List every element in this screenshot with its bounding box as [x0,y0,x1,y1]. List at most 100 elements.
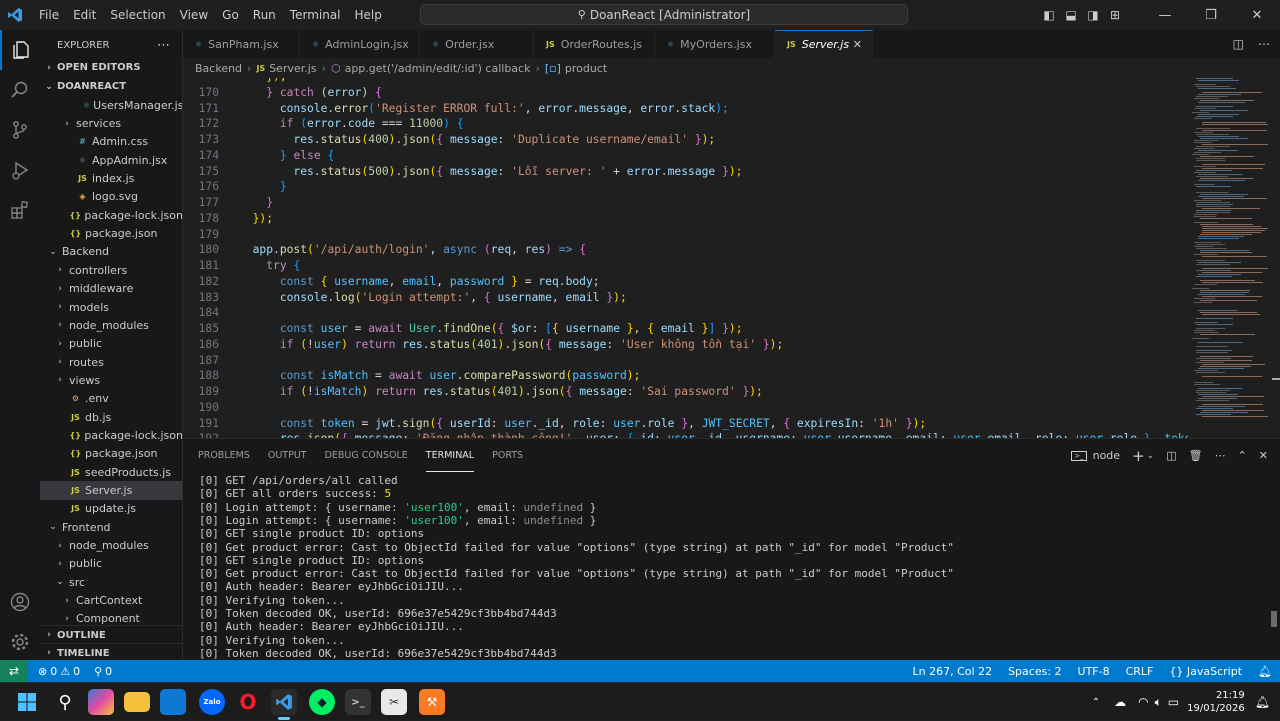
notifications-bell-icon[interactable]: 🔔︎ [1258,665,1272,678]
panel-tab-debug-console[interactable]: DEBUG CONSOLE [325,439,408,472]
customize-layout-icon[interactable]: ⊞ [1104,8,1126,22]
more-actions-icon[interactable]: ⋯ [1215,449,1226,462]
panel-tab-output[interactable]: OUTPUT [268,439,307,472]
snipping-tool-icon[interactable]: ✂ [381,689,407,715]
extensions-icon[interactable] [0,190,40,230]
panel-tab-ports[interactable]: PORTS [492,439,523,472]
toggle-panel-icon[interactable]: ⬓ [1060,8,1082,22]
indentation[interactable]: Spaces: 2 [1008,665,1061,678]
tree-folder[interactable]: › services [40,114,182,132]
opera-icon[interactable]: O [235,689,261,715]
menu-terminal[interactable]: Terminal [283,0,348,30]
maximize-panel-icon[interactable]: ⌃ [1238,449,1247,462]
tree-file[interactable]: JS update.js [40,500,182,518]
tab-myorders-jsx[interactable]: ⚛ MyOrders.jsx [655,30,775,58]
tree-file[interactable]: JS Server.js [40,481,182,500]
speaker-icon[interactable]: 🔈︎ [1155,695,1162,710]
tab-adminlogin-jsx[interactable]: ⚛ AdminLogin.jsx [300,30,420,58]
trash-icon[interactable]: 🗑 [1189,449,1203,462]
outline-section[interactable]: › OUTLINE [40,625,182,644]
accounts-icon[interactable] [0,582,40,622]
toggle-secondary-sidebar-icon[interactable]: ◨ [1082,8,1104,22]
split-editor-icon[interactable]: ◫ [1233,37,1244,51]
tree-folder[interactable]: › public [40,555,182,573]
source-control-icon[interactable] [0,110,40,150]
tab-order-jsx[interactable]: ⚛ Order.jsx [420,30,534,58]
ports-indicator[interactable]: ⚲ 0 [94,665,112,678]
tab-sanpham-jsx[interactable]: ⚛ SanPham.jsx [183,30,300,58]
chevron-up-icon[interactable]: ⌃ [1092,697,1100,708]
menu-selection[interactable]: Selection [103,0,172,30]
tree-file[interactable]: JS seedProducts.js [40,463,182,481]
tab-orderroutes-js[interactable]: JS OrderRoutes.js [534,30,655,58]
vscode-taskbar-icon[interactable] [271,689,297,715]
notifications-icon[interactable]: 🔔︎ [1255,695,1270,709]
terminal-scrollbar[interactable] [1271,611,1277,627]
terminal-app-icon[interactable]: >_ [345,689,371,715]
problems-indicator[interactable]: ⊗ 0 ⚠ 0 [38,665,80,678]
close-tab-icon[interactable]: ✕ [853,38,862,51]
tree-file[interactable]: ⚛ AppAdmin.jsx [40,151,182,169]
tree-folder[interactable]: › public [40,335,182,353]
tree-folder[interactable]: › CartContext [40,591,182,609]
tree-folder[interactable]: › views [40,371,182,389]
restore-icon[interactable]: ❐ [1188,8,1234,23]
clock[interactable]: 21:19 19/01/2026 [1187,689,1245,715]
minimize-icon[interactable]: — [1142,8,1188,23]
terminal-shell-label[interactable]: node [1093,449,1120,462]
menu-file[interactable]: File [32,0,66,30]
close-panel-icon[interactable]: ✕ [1259,449,1268,462]
tree-file[interactable]: {} package.json [40,445,182,463]
timeline-section[interactable]: › TIMELINE [40,643,182,660]
end-of-line[interactable]: CRLF [1126,665,1154,678]
encoding[interactable]: UTF-8 [1078,665,1110,678]
tree-folder[interactable]: › middleware [40,280,182,298]
battery-icon[interactable]: ▭ [1168,695,1179,709]
breadcrumb-folder[interactable]: Backend [195,62,242,75]
tree-file[interactable]: JS db.js [40,408,182,426]
tree-file[interactable]: ⚙ .env [40,390,182,408]
chevron-down-icon[interactable]: ⌄ [1147,451,1155,461]
tree-file[interactable]: ⚛ UsersManager.jsx [40,96,182,114]
new-terminal-icon[interactable]: + [1132,447,1145,465]
search-icon[interactable]: ⚲ [52,689,78,715]
more-actions-icon[interactable]: ⋯ [1258,37,1270,51]
minimap[interactable] [1188,78,1269,438]
copilot-icon[interactable] [88,689,114,715]
tree-file[interactable]: JS index.js [40,169,182,187]
run-debug-icon[interactable] [0,150,40,190]
tree-folder[interactable]: ⌄ Frontend [40,518,182,536]
tree-file[interactable]: {} package.json [40,224,182,242]
terminal-output[interactable]: [0] GET /api/orders/all called [0] GET al… [199,474,1259,660]
breadcrumb-symbol-callback[interactable]: app.get('/admin/edit/:id') callback [345,62,531,75]
menu-help[interactable]: Help [348,0,389,30]
tree-folder[interactable]: › models [40,298,182,316]
tree-file[interactable]: {} package-lock.json [40,426,183,444]
breadcrumb-file[interactable]: Server.js [269,62,316,75]
cloud-icon[interactable]: ☁ [1114,695,1126,709]
breadcrumb-symbol-product[interactable]: product [565,62,607,75]
more-actions-icon[interactable]: ⋯ [157,38,170,53]
remote-indicator-icon[interactable]: ⇄ [0,660,28,682]
split-terminal-icon[interactable]: ◫ [1166,449,1176,462]
search-icon[interactable] [0,70,40,110]
tree-file[interactable]: # Admin.css [40,133,182,151]
windows-start-icon[interactable] [14,689,40,715]
menu-run[interactable]: Run [246,0,283,30]
file-explorer-icon[interactable] [124,692,150,712]
open-editors-section[interactable]: › OPEN EDITORS [40,58,182,77]
tree-folder[interactable]: ⌄ Backend [40,243,182,261]
close-window-icon[interactable]: ✕ [1234,8,1280,23]
menu-edit[interactable]: Edit [66,0,103,30]
settings-gear-icon[interactable] [0,622,40,662]
explorer-icon[interactable] [0,30,40,70]
tree-folder[interactable]: › controllers [40,261,182,279]
tab-server-js[interactable]: JS Server.js ✕ [775,30,873,58]
zalo-icon[interactable]: Zalo [199,689,225,715]
toggle-primary-sidebar-icon[interactable]: ◧ [1038,8,1060,22]
language-mode[interactable]: {} JavaScript [1169,665,1242,678]
tree-folder[interactable]: › node_modules [40,316,182,334]
xampp-icon[interactable]: ⚒ [419,689,445,715]
cursor-position[interactable]: Ln 267, Col 22 [913,665,993,678]
tree-file[interactable]: {} package-lock.json [40,206,183,224]
